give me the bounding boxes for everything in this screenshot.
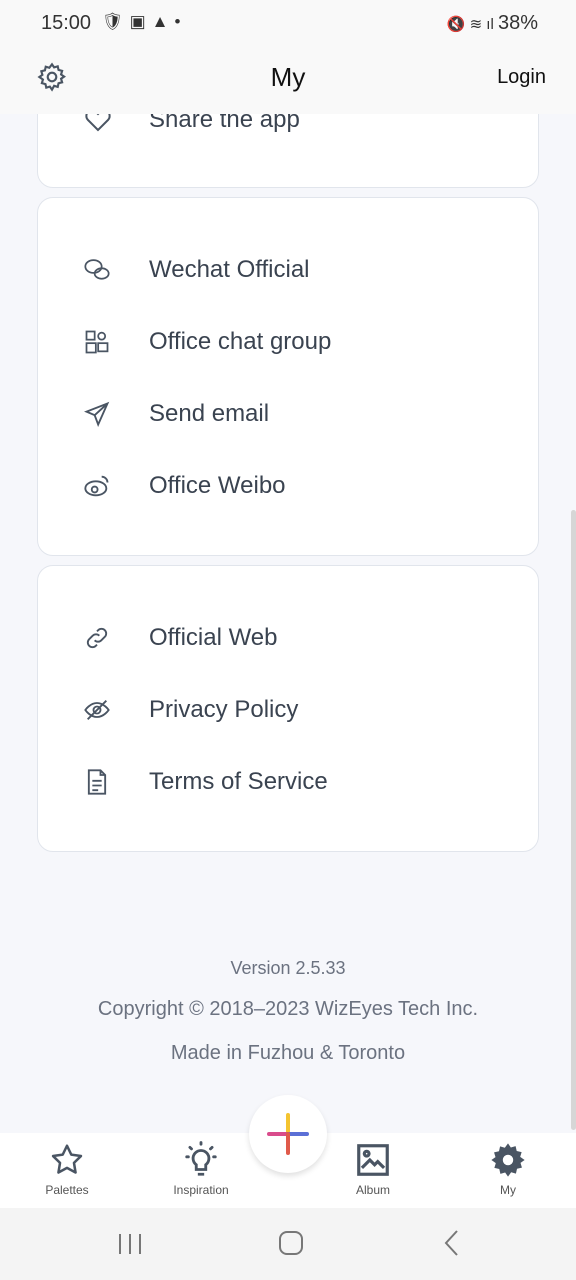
tab-palettes[interactable]: Palettes [17, 1141, 117, 1197]
add-button[interactable] [249, 1095, 327, 1173]
star-icon [51, 1144, 83, 1174]
signal-icons: 🔇 ≋ ıl [446, 16, 498, 33]
menu-item-terms[interactable]: Terms of Service [38, 757, 538, 807]
back-icon[interactable] [442, 1229, 462, 1257]
login-button[interactable]: Login [497, 66, 546, 89]
app-header: My Login [0, 48, 576, 114]
system-nav-bar [0, 1208, 576, 1280]
menu-item-send-email[interactable]: Send email [38, 389, 538, 439]
lightbulb-icon [185, 1141, 217, 1176]
copyright-text: Copyright © 2018–2023 WizEyes Tech Inc. [97, 998, 479, 1020]
wechat-icon [84, 259, 110, 280]
menu-item-weibo[interactable]: Office Weibo [38, 461, 538, 511]
social-card: Wechat Official Office chat group Send e… [37, 197, 539, 556]
page-title: My [270, 62, 306, 92]
plus-icon [267, 1113, 309, 1155]
version-text: Version 2.5.33 [230, 958, 346, 978]
eye-off-icon [84, 700, 110, 720]
tab-album[interactable]: Album [323, 1141, 423, 1197]
menu-item-official-web[interactable]: Official Web [38, 613, 538, 663]
made-in-text: Made in Fuzhou & Toronto [170, 1042, 406, 1064]
status-time: 15:00 [41, 12, 92, 34]
link-icon [86, 627, 108, 649]
weibo-icon [84, 475, 109, 497]
document-icon [87, 769, 107, 795]
status-right: 🔇 ≋ ıl 38% [447, 12, 538, 35]
gear-filled-icon [491, 1143, 525, 1177]
menu-item-chat-group[interactable]: Office chat group [38, 317, 538, 367]
recent-apps-icon[interactable] [117, 1231, 143, 1257]
legal-card: Official Web Privacy Policy Terms of Ser… [37, 565, 539, 852]
send-icon [84, 401, 110, 427]
tab-inspiration[interactable]: Inspiration [151, 1141, 251, 1197]
chat-group-icon [85, 330, 109, 354]
menu-item-privacy[interactable]: Privacy Policy [38, 685, 538, 735]
menu-item-wechat[interactable]: Wechat Official [38, 245, 538, 295]
image-icon [357, 1144, 389, 1176]
notification-icons: 🛡▣▲• [102, 12, 187, 31]
status-bar: 15:00 🛡▣▲• 🔇 ≋ ıl 38% [0, 0, 576, 48]
tab-my[interactable]: My [458, 1141, 558, 1197]
scrollbar[interactable] [571, 510, 576, 1130]
battery-level: 38% [497, 12, 538, 34]
home-icon[interactable] [278, 1230, 304, 1256]
